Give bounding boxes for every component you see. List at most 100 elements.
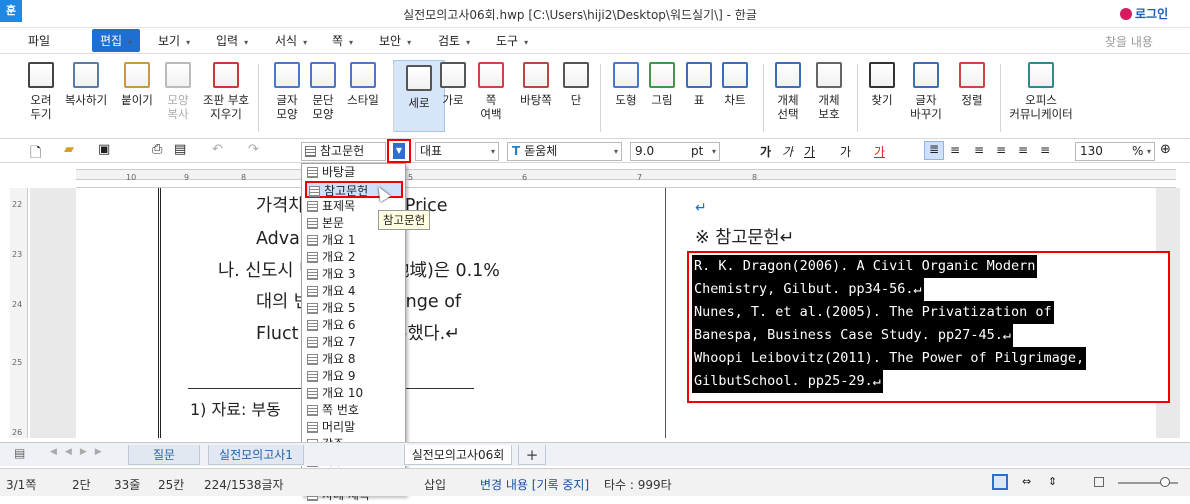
align-justify-icon[interactable]: ≣ [924, 141, 944, 160]
login-label: 로그인 [1135, 7, 1169, 21]
print-icon[interactable]: ⎙ [152, 142, 162, 157]
redo-icon[interactable]: ↷ [248, 142, 259, 157]
menu-page[interactable]: 쪽 ▾ [332, 32, 353, 49]
ribbon-button-protect-object[interactable]: 개체 보호 [803, 58, 855, 121]
reference-line[interactable]: Chemistry, Gilbut. pp34-56.↵ [692, 278, 924, 301]
search-input[interactable]: 찾을 내용 [1105, 33, 1153, 50]
style-option[interactable]: 개요 4 [305, 283, 403, 300]
ribbon-button-replace[interactable]: 글자 바꾸기 [900, 58, 952, 121]
style-option[interactable]: 개요 9 [305, 368, 403, 385]
add-tab-button[interactable]: + [518, 445, 546, 465]
menu-label: 보기 [158, 34, 181, 48]
menu-bar: 파일 편집 ▾ 보기 ▾ 입력 ▾ 서식 ▾ 쪽 ▾ 보안 ▾ 검토 ▾ 도구 ▾ [0, 28, 1190, 52]
chevron-down-icon: ▾ [524, 38, 529, 47]
distribute-icon[interactable]: ≡ [1018, 143, 1028, 157]
tooltip: 참고문헌 [378, 210, 430, 230]
ribbon-button-format-painter[interactable]: 모양 복사 [152, 58, 204, 121]
menu-edit[interactable]: 편집 ▾ [92, 29, 141, 52]
style-option[interactable]: 개요 5 [305, 300, 403, 317]
font-color-icon[interactable]: 가 [874, 143, 885, 160]
reference-line[interactable]: Banespa, Business Case Study. pp27-45.↵ [692, 324, 1013, 347]
zoom-combobox[interactable]: 130% ▾ [1075, 142, 1155, 161]
tab-mock-exam-1[interactable]: 실전모의고사1 [208, 445, 304, 465]
ruler-tick-label: 6 [522, 173, 528, 182]
menu-view[interactable]: 보기 ▾ [158, 32, 190, 49]
style-option[interactable]: 개요 6 [305, 317, 403, 334]
menu-format[interactable]: 서식 ▾ [275, 32, 307, 49]
ribbon-button-chart[interactable]: 차트 [709, 58, 761, 107]
chevron-down-icon: ▾ [466, 38, 471, 47]
ribbon-button-label: 차트 [724, 93, 746, 107]
style-option[interactable]: 개요 10 [305, 385, 403, 402]
language-combobox[interactable]: 대표 ▾ [415, 142, 499, 161]
new-doc-icon[interactable]: 🗋 [30, 142, 41, 166]
font-size-combobox[interactable]: 9.0 pt ▾ [630, 142, 720, 161]
ruler-tick-label: 7 [637, 173, 643, 182]
style-option[interactable]: 개요 1 [305, 232, 403, 249]
align-center-icon[interactable]: ≡ [974, 143, 984, 157]
ruler-tick-label: 5 [408, 173, 414, 182]
ribbon-button-copy[interactable]: 복사하기 [60, 58, 112, 107]
underline-icon[interactable]: 가 [804, 143, 815, 160]
open-folder-icon[interactable]: ▰ [64, 142, 74, 157]
language-value: 대표 [420, 144, 443, 158]
menu-review[interactable]: 검토 ▾ [438, 32, 470, 49]
fit-width-icon[interactable]: ⇔ [1022, 475, 1031, 488]
style-dropdown-button[interactable]: ▼ [387, 139, 411, 163]
style-option[interactable]: 쪽 번호 [305, 402, 403, 419]
style-option[interactable]: 개요 8 [305, 351, 403, 368]
tab-question[interactable]: 질문 [128, 445, 200, 465]
style-option[interactable]: 개요 7 [305, 334, 403, 351]
style-option[interactable]: 개요 3 [305, 266, 403, 283]
fit-page-icon[interactable]: ⇕ [1048, 475, 1057, 488]
page-view-icon[interactable] [992, 474, 1008, 490]
app-icon[interactable]: 훈 [0, 0, 22, 22]
ribbon-button-clear-marks[interactable]: 조판 부호 지우기 [200, 58, 252, 121]
paragraph-mark: ↵ [695, 200, 707, 216]
tab-list-icon[interactable]: ▤ [14, 446, 25, 460]
status-track-changes[interactable]: 변경 내용 [기록 중지] [480, 476, 589, 493]
menu-label: 도구 [496, 34, 519, 48]
tab-mock-exam-06[interactable]: 실전모의고사06회 [404, 445, 512, 465]
bold-icon[interactable]: 가 [760, 143, 771, 160]
preview-icon[interactable]: ▤ [174, 142, 186, 157]
style-option-label: 개요 6 [322, 318, 356, 332]
style-combobox[interactable]: 참고문헌 [301, 142, 386, 161]
tab-nav-arrows-icon[interactable]: ◀◀▶▶ [50, 447, 110, 457]
italic-icon[interactable]: 가 [782, 143, 793, 160]
menu-security[interactable]: 보안 ▾ [379, 32, 411, 49]
reference-line[interactable]: R. K. Dragon(2006). A Civil Organic Mode… [692, 255, 1038, 278]
ribbon-button-style[interactable]: 스타일 [337, 58, 389, 107]
divide-icon[interactable]: ≡ [1040, 143, 1050, 157]
style-option[interactable]: 개요 2 [305, 249, 403, 266]
style-option-icon [307, 354, 318, 365]
chevron-down-icon: ▾ [1146, 147, 1151, 156]
save-icon[interactable]: ▣ [98, 142, 110, 157]
style-option-label: 개요 9 [322, 369, 356, 383]
login-button[interactable]: 로그인 [1120, 5, 1168, 22]
ribbon-button-sort[interactable]: 정렬 [946, 58, 998, 107]
align-left-icon[interactable]: ≡ [950, 143, 960, 157]
zoom-in-icon[interactable]: ⊕ [1160, 142, 1171, 157]
ribbon-button-communicator[interactable]: 오피스 커뮤니케이터 [1001, 58, 1081, 121]
menu-tools[interactable]: 도구 ▾ [496, 32, 528, 49]
style-option[interactable]: 바탕글 [305, 164, 403, 181]
vertical-ruler[interactable]: 22 23 24 25 26 [10, 188, 28, 438]
zoom-out-icon[interactable] [1094, 477, 1104, 487]
align-right-icon[interactable]: ≡ [996, 143, 1006, 157]
reference-line[interactable]: Nunes, T. et al.(2005). The Privatizatio… [692, 301, 1054, 324]
zoom-slider-thumb[interactable] [1160, 477, 1170, 487]
menu-file[interactable]: 파일 [28, 32, 50, 49]
ribbon-button-columns[interactable]: 단 [550, 58, 602, 107]
style-option[interactable]: 머리말 [305, 419, 403, 436]
menu-insert[interactable]: 입력 ▾ [216, 32, 248, 49]
chart-icon [722, 62, 748, 88]
reference-line[interactable]: GilbutSchool. pp25-29.↵ [692, 370, 883, 393]
undo-icon[interactable]: ↶ [212, 142, 223, 157]
font-combobox[interactable]: T 돋움체 ▾ [507, 142, 622, 161]
reference-line[interactable]: Whoopi Leibovitz(2011). The Power of Pil… [692, 347, 1087, 370]
horizontal-ruler[interactable]: 109815678 [76, 163, 1176, 188]
status-insert-mode[interactable]: 삽입 [424, 476, 446, 493]
font-value: 돋움체 [524, 144, 558, 158]
strikethrough-icon[interactable]: 가 [840, 143, 851, 160]
